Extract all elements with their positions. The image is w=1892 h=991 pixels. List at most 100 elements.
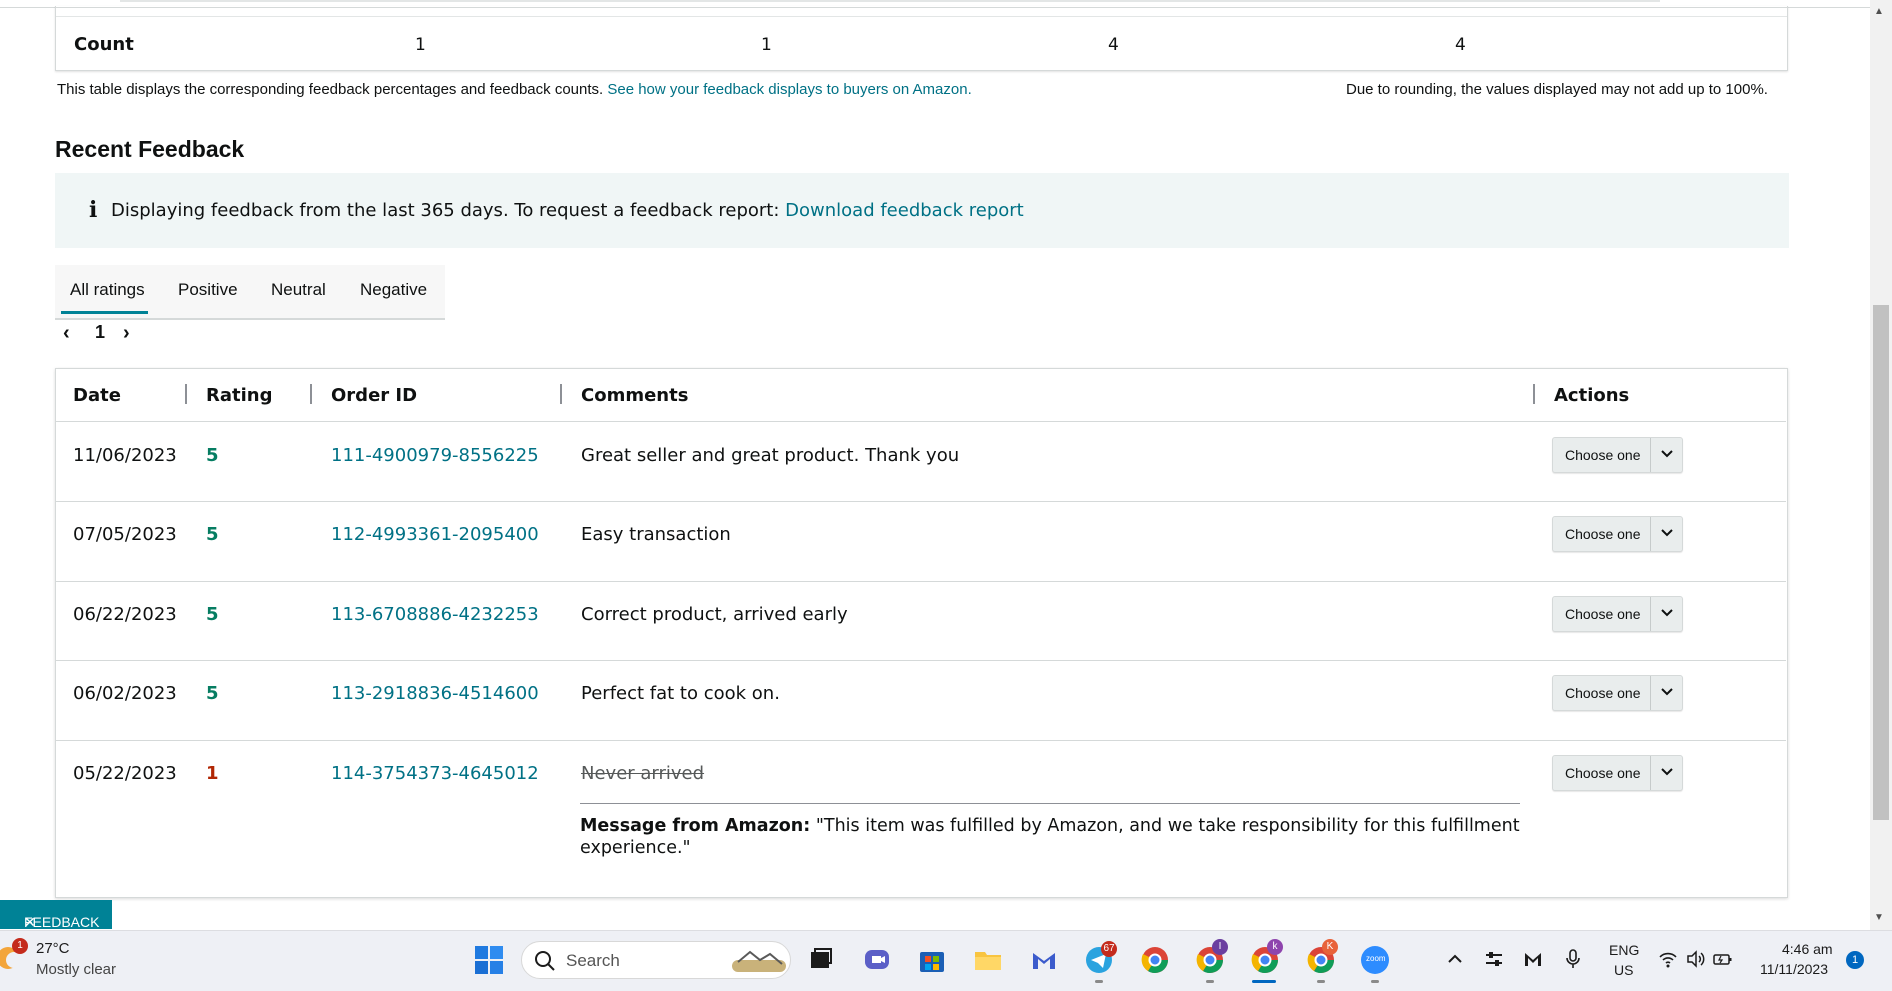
weather-badge: 1 [12,938,28,954]
order-id-link[interactable]: 112-4993361-2095400 [331,524,539,545]
count-value: 1 [415,35,426,55]
header-rating: Rating [206,385,273,406]
actions-dropdown[interactable]: Choose one [1552,596,1683,632]
microsoft-store-icon[interactable] [917,945,947,975]
row-rating: 1 [206,763,219,784]
gmail-style-icon[interactable] [1029,945,1059,975]
keyboard-region[interactable]: US [1614,962,1633,978]
row-date: 06/22/2023 [73,604,177,625]
running-indicator [1206,980,1214,983]
battery-icon[interactable] [1712,950,1734,973]
table-divider [56,16,1787,17]
wifi-icon[interactable] [1658,950,1678,973]
zoom-label: zoom [1366,954,1386,963]
taskbar-search-box[interactable]: Search [521,941,791,979]
clock-date[interactable]: 11/11/2023 [1760,961,1828,977]
row-rating: 5 [206,524,219,545]
weather-condition[interactable]: Mostly clear [36,961,116,978]
actions-dropdown-label: Choose one [1565,685,1641,701]
rounding-note: Due to rounding, the values displayed ma… [1346,81,1768,98]
meet-icon[interactable] [1523,950,1543,973]
download-report-link[interactable]: Download feedback report [785,200,1024,221]
scrollbar-thumb[interactable] [1873,305,1889,820]
tab-positive[interactable]: Positive [178,280,238,300]
actions-dropdown[interactable]: Choose one [1552,516,1683,552]
search-icon [535,951,555,971]
info-message-text: Displaying feedback from the last 365 da… [111,200,780,221]
info-message: Displaying feedback from the last 365 da… [111,200,1024,221]
scroll-up-arrow-icon[interactable]: ▲ [1874,6,1884,17]
zoom-icon[interactable]: zoom [1360,945,1390,975]
actions-dropdown-label: Choose one [1565,447,1641,463]
telegram-badge: 67 [1101,941,1117,957]
temperature[interactable]: 27°C [36,940,70,957]
row-date: 07/05/2023 [73,524,177,545]
actions-dropdown-label: Choose one [1565,526,1641,542]
feedback-widget-button[interactable]: FEEDBACK ✕ [0,900,112,931]
chevron-down-icon [1661,609,1673,617]
search-placeholder: Search [566,951,620,970]
header-comments: Comments [581,385,689,406]
sliders-icon[interactable] [1484,950,1504,973]
teams-chat-icon[interactable] [862,945,892,975]
chevron-down-icon [1661,768,1673,776]
tab-neutral[interactable]: Neutral [271,280,326,300]
search-highlight-icon [732,950,786,972]
tab-all-ratings[interactable]: All ratings [70,280,145,300]
dropdown-divider [1650,517,1651,551]
close-icon[interactable]: ✕ [24,914,36,931]
windows-start-icon[interactable] [474,945,504,975]
chrome-icon[interactable] [1140,945,1170,975]
message-divider [580,803,1520,804]
language-code[interactable]: ENG [1609,942,1639,958]
column-divider [560,384,562,404]
chevron-down-icon [1661,688,1673,696]
active-tab-indicator [61,311,148,314]
tab-negative[interactable]: Negative [360,280,427,300]
chrome-profile-badge: I [1212,939,1228,955]
column-divider [310,384,312,404]
order-id-link[interactable]: 113-2918836-4514600 [331,683,539,704]
chevron-down-icon [1661,450,1673,458]
notification-badge[interactable]: 1 [1846,951,1864,969]
feedback-count-table [55,6,1788,71]
row-divider [56,740,1786,741]
dropdown-divider [1650,756,1651,790]
chrome-profile-badge: k [1267,939,1283,955]
volume-icon[interactable] [1686,950,1706,973]
order-id-link[interactable]: 114-3754373-4645012 [331,763,539,784]
actions-dropdown[interactable]: Choose one [1552,675,1683,711]
header-order-id: Order ID [331,385,418,406]
microphone-icon[interactable] [1565,948,1581,975]
file-explorer-icon[interactable] [973,945,1003,975]
row-divider [56,501,1786,502]
row-rating: 5 [206,445,219,466]
clock-time[interactable]: 4:46 am [1782,941,1833,957]
amazon-message-label: Message from Amazon: [580,816,811,836]
row-comment: Correct product, arrived early [581,604,848,625]
actions-dropdown-label: Choose one [1565,606,1641,622]
actions-dropdown[interactable]: Choose one [1552,755,1683,791]
row-comment: Perfect fat to cook on. [581,683,780,704]
count-value: 1 [761,35,772,55]
next-page-button[interactable]: › [123,322,130,345]
row-comment: Great seller and great product. Thank yo… [581,445,960,466]
chevron-up-icon[interactable] [1446,950,1464,973]
scroll-down-arrow-icon[interactable]: ▼ [1874,912,1884,923]
table-note-text: This table displays the corresponding fe… [57,81,604,98]
row-divider [56,581,1786,582]
prev-page-button[interactable]: ‹ [63,322,70,345]
order-id-link[interactable]: 113-6708886-4232253 [331,604,539,625]
dropdown-divider [1650,676,1651,710]
order-id-link[interactable]: 111-4900979-8556225 [331,445,539,466]
column-divider [1533,384,1535,404]
task-view-icon[interactable] [806,945,836,975]
dropdown-divider [1650,597,1651,631]
actions-dropdown-label: Choose one [1565,765,1641,781]
row-rating: 5 [206,683,219,704]
actions-dropdown[interactable]: Choose one [1552,437,1683,473]
top-scroll-shadow [120,0,1660,2]
buyer-display-link[interactable]: See how your feedback displays to buyers… [607,81,971,98]
info-icon: i [89,197,98,223]
running-indicator [1317,980,1325,983]
